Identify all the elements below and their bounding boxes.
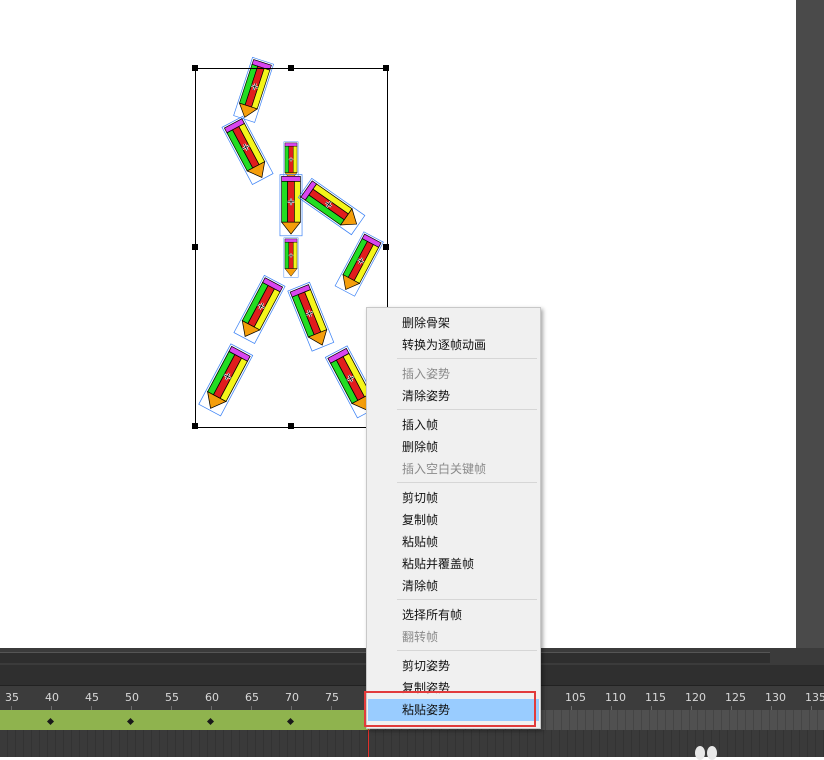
menu-item-label: 插入空白关键帧 bbox=[402, 462, 487, 476]
highlight-box bbox=[364, 691, 536, 727]
onion-skin-icon[interactable] bbox=[707, 746, 717, 760]
menu-item[interactable]: 清除帧 bbox=[368, 575, 539, 597]
menu-item-label: 插入帧 bbox=[402, 418, 439, 432]
ruler-tick-label: 70 bbox=[285, 691, 299, 704]
menu-item: 翻转帧 bbox=[368, 626, 539, 648]
menu-item: 插入空白关键帧 bbox=[368, 458, 539, 480]
menu-item[interactable]: 剪切帧 bbox=[368, 487, 539, 509]
menu-item[interactable]: 选择所有帧 bbox=[368, 604, 539, 626]
resize-handle-tl[interactable] bbox=[192, 65, 198, 71]
ruler-tick-label: 50 bbox=[125, 691, 139, 704]
menu-item[interactable]: 剪切姿势 bbox=[368, 655, 539, 677]
pose-keyframe-marker[interactable] bbox=[286, 717, 295, 726]
selection-bounding-box[interactable] bbox=[195, 68, 388, 428]
menu-item[interactable]: 复制帧 bbox=[368, 509, 539, 531]
menu-item-label: 删除帧 bbox=[402, 440, 439, 454]
menu-item-label: 翻转帧 bbox=[402, 630, 439, 644]
menu-item[interactable]: 插入帧 bbox=[368, 414, 539, 436]
ruler-tick-label: 105 bbox=[565, 691, 586, 704]
menu-separator bbox=[397, 409, 537, 410]
menu-item-label: 复制帧 bbox=[402, 513, 439, 527]
menu-item-label: 粘贴并覆盖帧 bbox=[402, 557, 475, 571]
menu-item[interactable]: 清除姿势 bbox=[368, 385, 539, 407]
menu-item[interactable]: 删除骨架 bbox=[368, 312, 539, 334]
menu-item-label: 清除姿势 bbox=[402, 389, 451, 403]
menu-item-label: 剪切姿势 bbox=[402, 659, 451, 673]
resize-handle-tr[interactable] bbox=[383, 65, 389, 71]
menu-separator bbox=[397, 358, 537, 359]
pose-span[interactable] bbox=[0, 710, 370, 730]
ruler-tick-label: 75 bbox=[325, 691, 339, 704]
menu-item: 插入姿势 bbox=[368, 363, 539, 385]
menu-item-label: 转换为逐帧动画 bbox=[402, 338, 487, 352]
ruler-tick-label: 45 bbox=[85, 691, 99, 704]
resize-handle-tc[interactable] bbox=[288, 65, 294, 71]
pose-keyframe-marker[interactable] bbox=[46, 717, 55, 726]
menu-item-label: 粘贴帧 bbox=[402, 535, 439, 549]
resize-handle-ml[interactable] bbox=[192, 244, 198, 250]
resize-handle-mr[interactable] bbox=[383, 244, 389, 250]
menu-item[interactable]: 转换为逐帧动画 bbox=[368, 334, 539, 356]
ruler-tick-label: 110 bbox=[605, 691, 626, 704]
menu-item-label: 剪切帧 bbox=[402, 491, 439, 505]
resize-handle-bl[interactable] bbox=[192, 423, 198, 429]
ruler-tick-label: 35 bbox=[5, 691, 19, 704]
menu-item-label: 清除帧 bbox=[402, 579, 439, 593]
menu-separator bbox=[397, 599, 537, 600]
menu-item[interactable]: 粘贴并覆盖帧 bbox=[368, 553, 539, 575]
onion-skin-icon[interactable] bbox=[695, 746, 705, 760]
ruler-tick-label: 125 bbox=[725, 691, 746, 704]
menu-item-label: 删除骨架 bbox=[402, 316, 451, 330]
menu-separator bbox=[397, 482, 537, 483]
ruler-tick-label: 130 bbox=[765, 691, 786, 704]
ruler-tick-label: 40 bbox=[45, 691, 59, 704]
pose-keyframe-marker[interactable] bbox=[206, 717, 215, 726]
ruler-tick-label: 120 bbox=[685, 691, 706, 704]
ruler-tick-label: 65 bbox=[245, 691, 259, 704]
menu-item-label: 选择所有帧 bbox=[402, 608, 463, 622]
menu-item[interactable]: 删除帧 bbox=[368, 436, 539, 458]
pose-keyframe-marker[interactable] bbox=[126, 717, 135, 726]
menu-item[interactable]: 粘贴帧 bbox=[368, 531, 539, 553]
context-menu: 删除骨架转换为逐帧动画 插入姿势清除姿势插入帧删除帧插入空白关键帧 剪切帧复制帧粘贴… bbox=[366, 307, 541, 729]
ruler-tick-label: 135 bbox=[805, 691, 824, 704]
ruler-tick-label: 115 bbox=[645, 691, 666, 704]
resize-handle-bc[interactable] bbox=[288, 423, 294, 429]
menu-separator bbox=[397, 650, 537, 651]
menu-item-label: 插入姿势 bbox=[402, 367, 451, 381]
ruler-tick-label: 55 bbox=[165, 691, 179, 704]
stage-right-gutter bbox=[796, 0, 824, 665]
ruler-tick-label: 60 bbox=[205, 691, 219, 704]
